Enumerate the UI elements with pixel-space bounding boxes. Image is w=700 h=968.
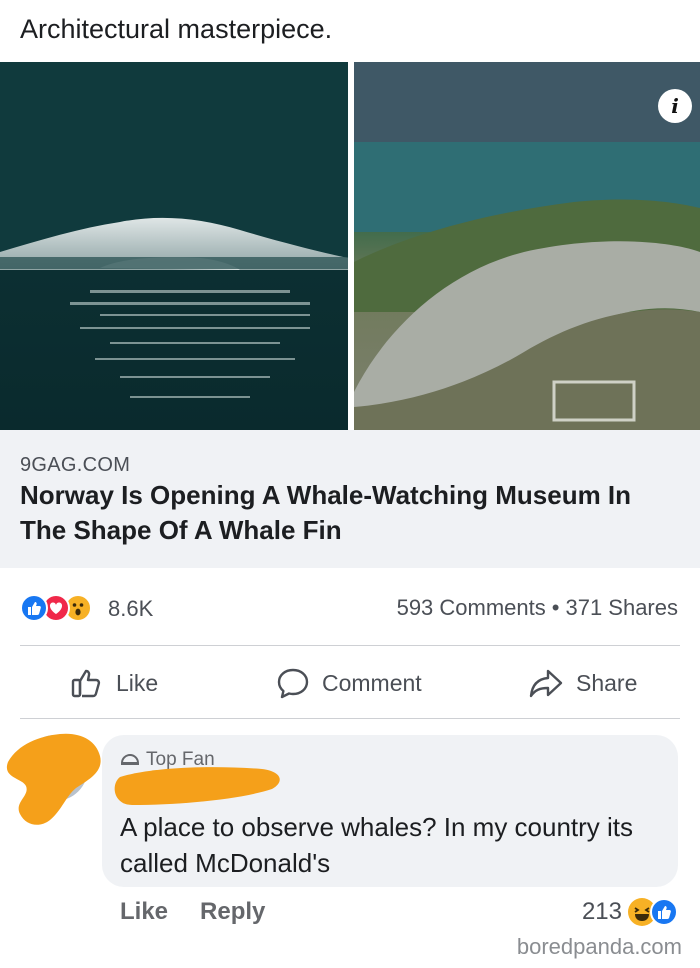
comment-reply-button[interactable]: Reply — [200, 898, 265, 925]
comment-reaction-summary[interactable]: 213 — [582, 898, 678, 926]
avatar-redaction — [6, 733, 101, 825]
like-button[interactable]: Like — [70, 666, 158, 700]
post-stats: 8.6K 593 Comments • 371 Shares — [0, 570, 700, 644]
share-button[interactable]: Share — [528, 666, 637, 700]
comment-share-counts: 593 Comments • 371 Shares — [397, 595, 678, 621]
comment-actions: Like Reply — [120, 898, 297, 926]
reaction-count: 8.6K — [108, 596, 154, 621]
link-preview[interactable]: 9GAG.COM Norway Is Opening A Whale-Watch… — [0, 430, 700, 568]
like-reaction-icon — [650, 898, 678, 926]
whale-fin-museum-aerial-photo[interactable]: i — [354, 62, 700, 430]
watermark: boredpanda.com — [516, 934, 682, 959]
link-headline[interactable]: Norway Is Opening A Whale-Watching Museu… — [20, 478, 680, 548]
comment-bubble: Top Fan A place to observe whales? In my… — [102, 735, 678, 887]
comment-like-button[interactable]: Like — [120, 898, 168, 925]
like-reaction-icon — [20, 594, 48, 622]
share-arrow-icon — [529, 669, 563, 698]
whale-fin-museum-night-photo[interactable] — [0, 62, 348, 430]
info-icon[interactable]: i — [658, 89, 692, 123]
thumbs-up-icon — [71, 669, 101, 698]
comment-label: Comment — [322, 669, 422, 696]
post-text: Architectural masterpiece. — [20, 14, 333, 44]
comment-bubble-icon — [277, 668, 309, 699]
comment-reaction-count: 213 — [581, 898, 622, 925]
shares-count[interactable]: 371 Shares — [565, 595, 678, 620]
like-label: Like — [116, 669, 159, 696]
share-label: Share — [576, 669, 638, 696]
divider — [20, 718, 680, 719]
name-redaction — [114, 767, 280, 805]
stats-separator: • — [551, 595, 560, 620]
post-action-bar: Like Comment Share — [0, 646, 700, 718]
post-images[interactable]: i — [0, 62, 700, 430]
link-domain: 9GAG.COM — [20, 454, 131, 476]
comment-text: A place to observe whales? In my country… — [120, 812, 634, 878]
comment-button[interactable]: Comment — [276, 666, 422, 700]
comments-count[interactable]: 593 Comments — [397, 595, 546, 620]
